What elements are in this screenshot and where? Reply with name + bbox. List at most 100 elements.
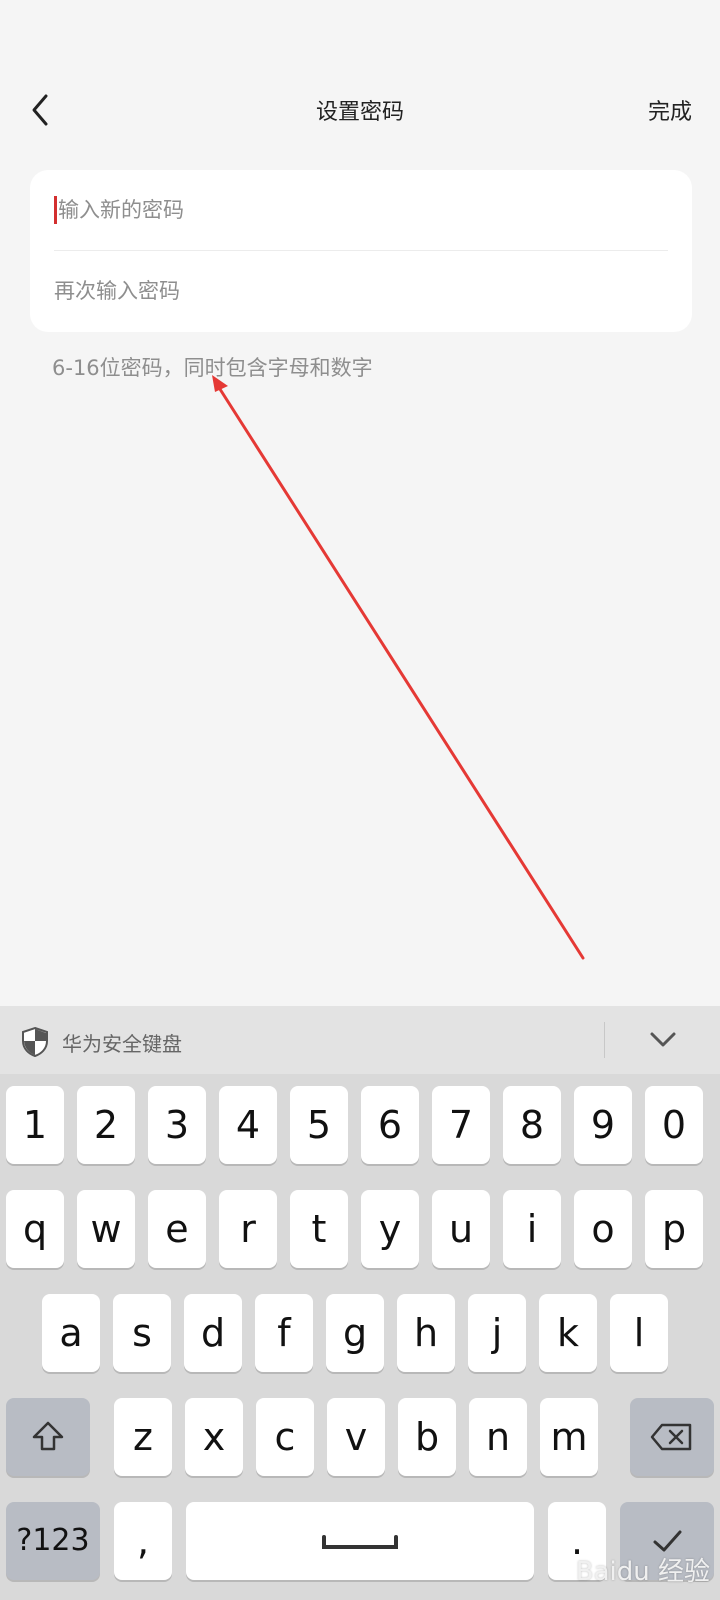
key-label: y [378, 1207, 402, 1251]
annotation-arrow [212, 375, 585, 960]
key-l[interactable]: l [610, 1294, 668, 1372]
key-g[interactable]: g [326, 1294, 384, 1372]
key-label: 8 [519, 1103, 545, 1147]
key-label: 0 [661, 1103, 687, 1147]
checkmark-icon [653, 1530, 682, 1552]
confirm-password-field[interactable] [54, 251, 668, 331]
key-shift[interactable] [6, 1398, 90, 1476]
key-label: h [413, 1311, 439, 1355]
space-icon [322, 1535, 398, 1549]
header-divider [604, 1022, 605, 1058]
key-enter[interactable] [620, 1502, 714, 1580]
shift-icon [32, 1421, 64, 1451]
key-label: m [550, 1415, 588, 1459]
password-hint: 6-16位密码，同时包含字母和数字 [52, 356, 373, 380]
key-label: f [277, 1311, 291, 1355]
key-w[interactable]: w [77, 1190, 135, 1268]
key-label: 5 [306, 1103, 332, 1147]
keyboard-header: 华为安全键盘 [0, 1006, 720, 1074]
key-label: b [414, 1415, 440, 1459]
key-label: a [59, 1311, 83, 1355]
key-r[interactable]: r [219, 1190, 277, 1268]
key-label: 4 [235, 1103, 261, 1147]
key-comma-label: , [136, 1519, 150, 1563]
key-o[interactable]: o [574, 1190, 632, 1268]
key-t[interactable]: t [290, 1190, 348, 1268]
key-symbols[interactable]: ?123 [6, 1502, 100, 1580]
key-label: c [274, 1415, 296, 1459]
key-2[interactable]: 2 [77, 1086, 135, 1164]
key-c[interactable]: c [256, 1398, 314, 1476]
key-h[interactable]: h [397, 1294, 455, 1372]
key-b[interactable]: b [398, 1398, 456, 1476]
key-label: x [202, 1415, 226, 1459]
chevron-down-icon [650, 1032, 676, 1047]
key-label: o [591, 1207, 615, 1251]
key-d[interactable]: d [184, 1294, 242, 1372]
keyboard-name: 华为安全键盘 [62, 1032, 182, 1056]
key-3[interactable]: 3 [148, 1086, 206, 1164]
key-label: j [491, 1311, 503, 1355]
top-bar: 设置密码 完成 [0, 70, 720, 150]
key-period[interactable]: . [548, 1502, 606, 1580]
key-m[interactable]: m [540, 1398, 598, 1476]
key-backspace[interactable] [630, 1398, 714, 1476]
key-8[interactable]: 8 [503, 1086, 561, 1164]
key-v[interactable]: v [327, 1398, 385, 1476]
key-7[interactable]: 7 [432, 1086, 490, 1164]
key-1[interactable]: 1 [6, 1086, 64, 1164]
key-label: d [200, 1311, 226, 1355]
key-6[interactable]: 6 [361, 1086, 419, 1164]
key-label: n [485, 1415, 511, 1459]
new-password-field[interactable] [54, 170, 672, 250]
key-a[interactable]: a [42, 1294, 100, 1372]
key-label: e [165, 1207, 189, 1251]
key-comma[interactable]: , [114, 1502, 172, 1580]
key-e[interactable]: e [148, 1190, 206, 1268]
key-label: g [342, 1311, 368, 1355]
key-label: w [90, 1207, 122, 1251]
key-0[interactable]: 0 [645, 1086, 703, 1164]
password-card [30, 170, 692, 332]
key-4[interactable]: 4 [219, 1086, 277, 1164]
key-k[interactable]: k [539, 1294, 597, 1372]
key-label: u [448, 1207, 474, 1251]
key-period-label: . [570, 1519, 584, 1563]
key-n[interactable]: n [469, 1398, 527, 1476]
key-u[interactable]: u [432, 1190, 490, 1268]
key-label: q [22, 1207, 48, 1251]
text-cursor [54, 196, 57, 224]
key-x[interactable]: x [185, 1398, 243, 1476]
key-label: 2 [93, 1103, 119, 1147]
key-label: v [344, 1415, 368, 1459]
key-f[interactable]: f [255, 1294, 313, 1372]
key-9[interactable]: 9 [574, 1086, 632, 1164]
key-label: 6 [377, 1103, 403, 1147]
key-label: k [556, 1311, 579, 1355]
key-p[interactable]: p [645, 1190, 703, 1268]
key-q[interactable]: q [6, 1190, 64, 1268]
key-label: 9 [590, 1103, 616, 1147]
collapse-keyboard-button[interactable] [648, 1028, 678, 1052]
page-title: 设置密码 [315, 100, 404, 125]
key-label: r [240, 1207, 256, 1251]
backspace-icon [650, 1423, 692, 1451]
confirm-password-input[interactable] [54, 251, 668, 331]
key-z[interactable]: z [114, 1398, 172, 1476]
key-space[interactable] [186, 1502, 534, 1580]
key-label: i [526, 1207, 538, 1251]
done-button[interactable]: 完成 [648, 94, 692, 126]
key-i[interactable]: i [503, 1190, 561, 1268]
key-label: 7 [448, 1103, 474, 1147]
key-label: 1 [22, 1103, 48, 1147]
key-label: p [661, 1207, 687, 1251]
key-label: z [133, 1415, 153, 1459]
key-j[interactable]: j [468, 1294, 526, 1372]
key-5[interactable]: 5 [290, 1086, 348, 1164]
key-y[interactable]: y [361, 1190, 419, 1268]
new-password-input[interactable] [54, 170, 672, 250]
key-label: s [132, 1311, 152, 1355]
key-s[interactable]: s [113, 1294, 171, 1372]
shield-icon [22, 1026, 48, 1058]
keyboard: 华为安全键盘 1 2 3 4 5 6 7 8 9 0 qwe r t y u i o p a s d f g h j k l z x c v… [0, 1006, 720, 1600]
